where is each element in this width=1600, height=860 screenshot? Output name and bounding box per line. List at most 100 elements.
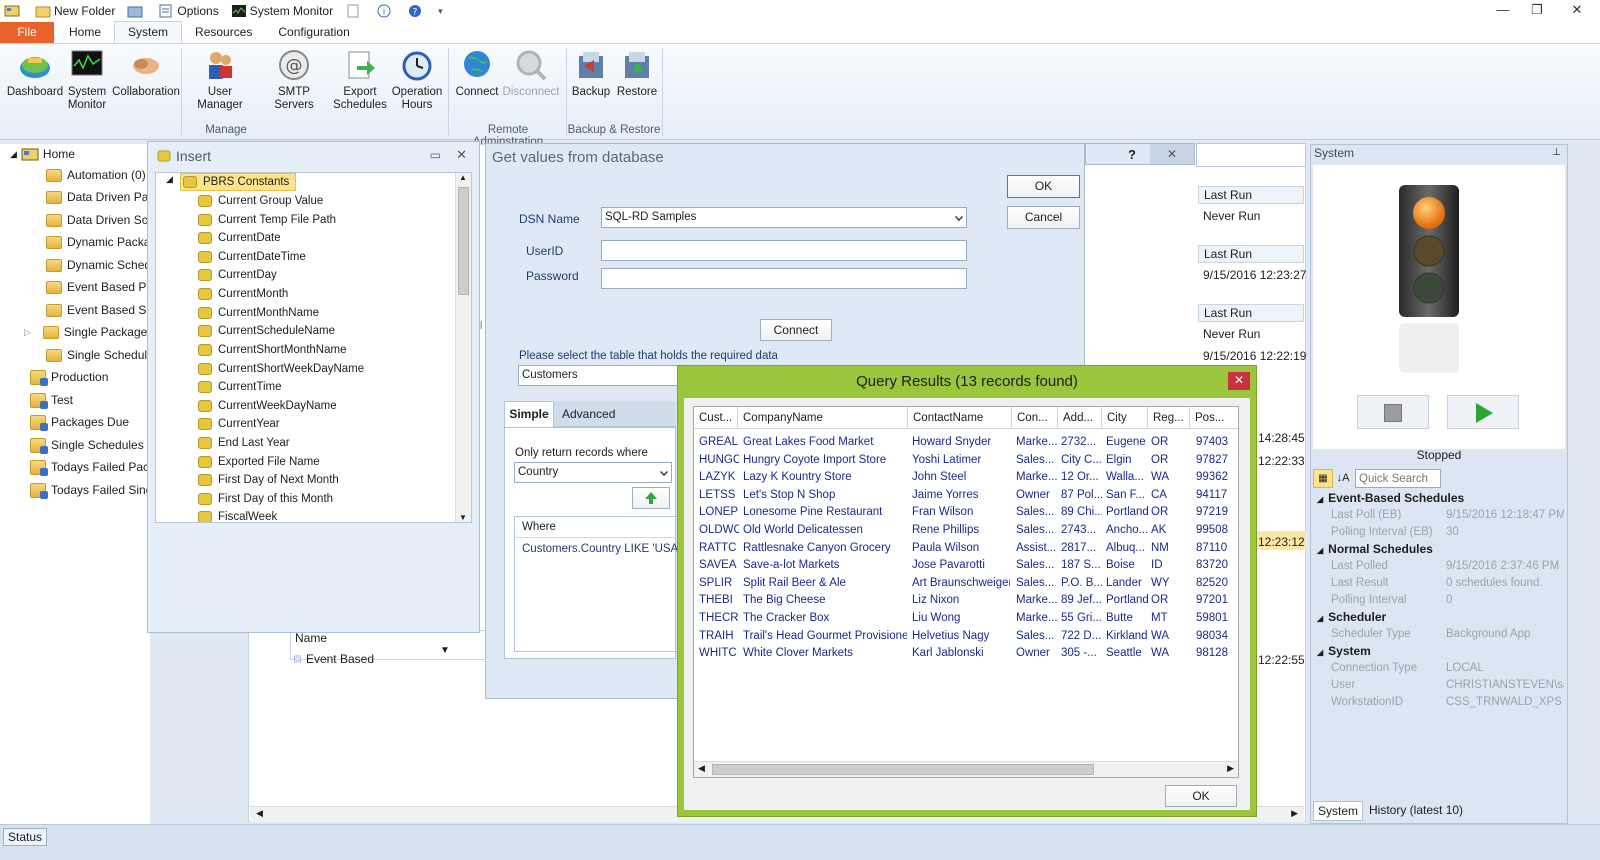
column-header[interactable]: City: [1102, 407, 1148, 429]
minimize-panel-icon[interactable]: ▭: [430, 148, 441, 162]
constant-item[interactable]: FiscalWeek: [198, 508, 277, 522]
tree-item[interactable]: Event Based Pac: [46, 277, 159, 297]
tab-home[interactable]: Home: [56, 22, 114, 43]
section-scheduler[interactable]: ◢ Scheduler: [1317, 609, 1386, 626]
cancel-button[interactable]: Cancel: [1007, 206, 1080, 229]
tab-simple[interactable]: Simple: [504, 401, 554, 427]
customize-dropdown-icon[interactable]: ▾: [438, 6, 443, 17]
userid-input[interactable]: [601, 240, 967, 261]
tree-item[interactable]: Single Schedules: [46, 345, 160, 365]
options-button[interactable]: Options: [158, 4, 219, 18]
collapse-icon[interactable]: ◢: [166, 174, 173, 185]
column-header[interactable]: Add...: [1058, 407, 1102, 429]
add-condition-button[interactable]: [632, 487, 670, 509]
system-monitor-qat-button[interactable]: System Monitor: [231, 4, 333, 18]
tree-item[interactable]: Todays Failed Singl: [30, 480, 155, 500]
column-header[interactable]: Reg...: [1148, 407, 1190, 429]
connect-button[interactable]: Connect: [452, 48, 502, 99]
scroll-up-icon[interactable]: ▲: [459, 173, 467, 182]
tree-item[interactable]: Data Driven Sche: [46, 210, 161, 230]
info-icon[interactable]: i: [376, 4, 395, 18]
user-manager-button[interactable]: User Manager: [184, 48, 256, 112]
column-header[interactable]: CompanyName: [738, 407, 908, 429]
constant-item[interactable]: CurrentYear: [198, 415, 280, 433]
tree-item[interactable]: Packages Due: [30, 412, 129, 432]
column-header[interactable]: Con...: [1012, 407, 1058, 429]
scroll-left-icon[interactable]: ◀: [256, 808, 263, 819]
close-panel-icon[interactable]: ✕: [456, 147, 467, 163]
password-input[interactable]: [601, 268, 967, 289]
smtp-servers-button[interactable]: @ SMTP Servers: [258, 48, 330, 112]
tree-item[interactable]: ▷ Single Packages: [24, 322, 153, 342]
collaboration-button[interactable]: Collaboration: [112, 48, 180, 99]
constant-item[interactable]: Exported File Name: [198, 453, 320, 471]
expand-icon[interactable]: ▷: [24, 327, 31, 338]
tree-item[interactable]: Todays Failed Packa: [30, 457, 162, 477]
constant-item[interactable]: CurrentWeekDayName: [198, 397, 337, 415]
constant-item[interactable]: CurrentDateTime: [198, 248, 306, 266]
restore-window-icon[interactable]: ❐: [1520, 0, 1554, 20]
collapse-icon[interactable]: ◢: [10, 149, 17, 160]
constant-item[interactable]: Current Group Value: [198, 192, 323, 210]
constant-item[interactable]: End Last Year: [198, 434, 290, 452]
tree-root-home[interactable]: ◢ Home: [10, 144, 75, 164]
constant-item[interactable]: CurrentMonth: [198, 285, 288, 303]
export-schedules-button[interactable]: Export Schedules: [332, 48, 388, 112]
help-icon[interactable]: ?: [407, 4, 426, 18]
start-button[interactable]: [1447, 395, 1519, 429]
scroll-right-icon[interactable]: ▶: [1227, 763, 1234, 774]
scroll-right-icon[interactable]: ▶: [1291, 808, 1298, 819]
collapse-icon[interactable]: ◢: [1317, 614, 1323, 623]
tab-history[interactable]: History (latest 10): [1363, 801, 1469, 821]
column-header[interactable]: ContactName: [908, 407, 1012, 429]
tree-item[interactable]: Dynamic Schedu: [46, 255, 158, 275]
tab-advanced[interactable]: Advanced: [562, 401, 615, 427]
constant-item[interactable]: CurrentMonthName: [198, 304, 319, 322]
scroll-left-icon[interactable]: ◀: [698, 763, 705, 774]
stop-button[interactable]: [1357, 395, 1429, 429]
section-system[interactable]: ◢ System: [1317, 643, 1371, 660]
scroll-thumb[interactable]: [712, 764, 1094, 775]
section-event-based[interactable]: ◢ Event-Based Schedules: [1317, 490, 1464, 507]
constant-item[interactable]: Current Temp File Path: [198, 211, 336, 229]
constant-item[interactable]: CurrentDate: [198, 229, 281, 247]
event-based-row[interactable]: Event Based: [294, 651, 374, 667]
tree-item[interactable]: Data Driven Pack: [46, 187, 160, 207]
close-icon[interactable]: ✕: [1150, 144, 1194, 164]
tree-item[interactable]: Single Schedules Du: [30, 435, 162, 455]
background-search[interactable]: [1196, 143, 1306, 167]
field-select[interactable]: Country: [514, 462, 672, 483]
ok-button[interactable]: OK: [1007, 175, 1080, 198]
constant-item[interactable]: First Day of this Month: [198, 490, 333, 508]
scroll-down-icon[interactable]: ▼: [459, 513, 467, 522]
system-monitor-button[interactable]: System Monitor: [64, 48, 110, 112]
share-button[interactable]: [127, 4, 146, 18]
close-window-icon[interactable]: ✕: [1554, 0, 1600, 20]
column-header[interactable]: Pos...: [1190, 407, 1238, 429]
dropdown-arrow-icon[interactable]: ▼: [440, 645, 450, 656]
tree-item[interactable]: Event Based Sch: [46, 300, 159, 320]
pin-icon[interactable]: ⊥: [1552, 147, 1561, 158]
close-icon[interactable]: ✕: [1228, 372, 1250, 390]
app-menu-icon[interactable]: [4, 4, 23, 18]
collapse-icon[interactable]: ◢: [1317, 648, 1323, 657]
operation-hours-button[interactable]: Operation Hours: [389, 48, 445, 112]
restore-button[interactable]: Restore: [614, 48, 660, 99]
where-condition[interactable]: Customers.Country LIKE 'USA%': [515, 538, 691, 555]
backup-button[interactable]: Backup: [568, 48, 614, 99]
disconnect-button[interactable]: Disconnect: [502, 48, 560, 99]
new-folder-button[interactable]: New Folder: [35, 4, 115, 18]
results-hscrollbar[interactable]: ◀ ▶: [694, 761, 1238, 777]
tree-item[interactable]: Dynamic Packag: [46, 232, 157, 252]
section-normal-schedules[interactable]: ◢ Normal Schedules: [1317, 541, 1433, 558]
collapse-icon[interactable]: ◢: [1317, 495, 1323, 504]
scroll-thumb[interactable]: [458, 187, 469, 295]
tab-system[interactable]: System: [114, 21, 183, 43]
dsn-name-select[interactable]: SQL-RD Samples: [601, 207, 967, 228]
tab-resources[interactable]: Resources: [182, 22, 265, 43]
tab-file[interactable]: File: [0, 22, 54, 43]
sort-az-icon[interactable]: ↓A: [1333, 472, 1353, 484]
tab-configuration[interactable]: Configuration: [265, 22, 362, 43]
constant-item[interactable]: First Day of Next Month: [198, 471, 339, 489]
tree-item[interactable]: Automation (0): [46, 165, 146, 185]
